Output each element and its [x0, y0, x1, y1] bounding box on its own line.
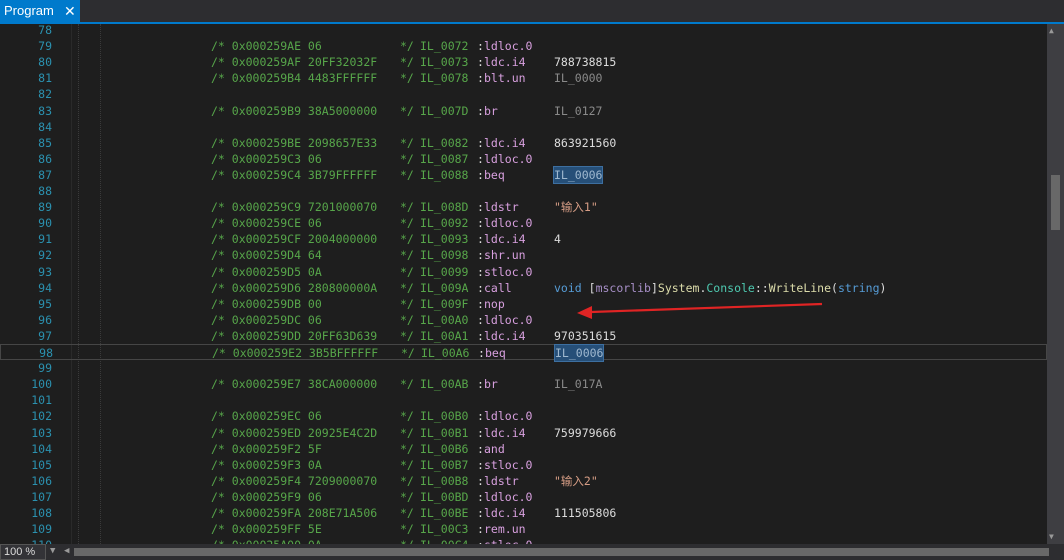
arrow-head	[577, 306, 592, 319]
close-icon[interactable]: ✕	[64, 0, 76, 22]
code-editor[interactable]: 78 79/* 0x000259AE 06 */IL_0072: ldloc.0 80/…	[0, 24, 1047, 544]
scroll-left-icon[interactable]: ◀	[64, 546, 69, 556]
tab-title: Program	[4, 3, 54, 18]
arrow-shaft	[590, 302, 823, 314]
zoom-select[interactable]: 100 %	[0, 544, 46, 560]
scroll-down-icon[interactable]: ▼	[1049, 532, 1054, 541]
chevron-down-icon[interactable]: ▼	[50, 546, 55, 556]
annotation-arrow	[577, 302, 823, 319]
tab-program[interactable]: Program ✕	[0, 0, 80, 22]
vertical-scrollbar[interactable]	[1047, 24, 1064, 544]
tab-bar: Program ✕	[0, 0, 1064, 24]
horizontal-scroll-thumb[interactable]	[74, 548, 1049, 556]
vertical-scroll-thumb[interactable]	[1051, 175, 1060, 230]
scroll-up-icon[interactable]: ▲	[1049, 26, 1054, 35]
